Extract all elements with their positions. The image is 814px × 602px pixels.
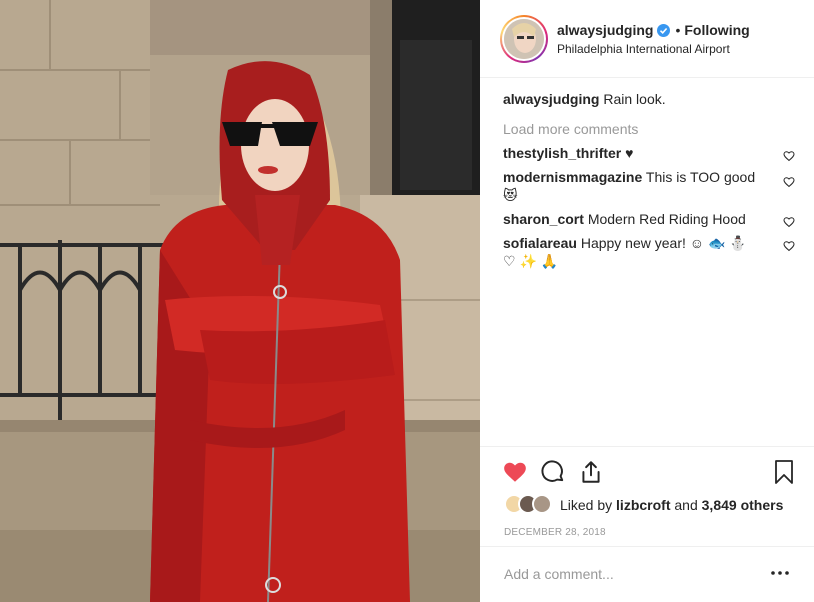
story-ring[interactable] — [500, 15, 548, 63]
header-divider — [480, 77, 814, 78]
comment-item: modernismmagazine This is TOO good 😻 — [503, 168, 795, 204]
comments-list: alwaysjudging Rain look. Load more comme… — [503, 90, 795, 270]
following-button[interactable]: Following — [684, 22, 749, 38]
liker-username[interactable]: lizbcroft — [616, 497, 670, 513]
comment-username[interactable]: thestylish_thrifter — [503, 145, 621, 161]
verified-icon — [657, 23, 671, 37]
load-more-comments-button[interactable]: Load more comments — [503, 120, 795, 138]
comment-icon[interactable] — [540, 459, 568, 487]
instagram-post: alwaysjudging • Following Philadelphia I… — [0, 0, 814, 602]
heart-outline-icon[interactable] — [783, 238, 795, 252]
avatar — [532, 494, 552, 514]
others-count-link[interactable]: 3,849 others — [702, 497, 784, 513]
more-icon[interactable] — [770, 563, 790, 583]
post-date[interactable]: DECEMBER 28, 2018 — [504, 527, 606, 538]
location-link[interactable]: Philadelphia International Airport — [557, 42, 750, 56]
caption-username[interactable]: alwaysjudging — [503, 91, 599, 107]
caption-text: Rain look. — [603, 91, 666, 107]
bookmark-icon[interactable] — [772, 459, 800, 487]
post-photo[interactable] — [0, 0, 480, 602]
comment-username[interactable]: sofialareau — [503, 235, 577, 251]
add-comment-input[interactable]: Add a comment... — [504, 566, 614, 582]
author-username[interactable]: alwaysjudging — [557, 22, 653, 38]
comment-text: Modern Red Riding Hood — [587, 211, 746, 227]
comment-username[interactable]: modernismmagazine — [503, 169, 642, 185]
caption: alwaysjudging Rain look. — [503, 90, 795, 108]
post-side-panel: alwaysjudging • Following Philadelphia I… — [480, 0, 814, 602]
share-icon[interactable] — [578, 459, 606, 487]
post-header: alwaysjudging • Following Philadelphia I… — [500, 14, 794, 64]
avatar[interactable] — [504, 19, 544, 59]
comment-username[interactable]: sharon_cort — [503, 211, 584, 227]
comment-item: sofialareau Happy new year! ☺ 🐟 ⛄ ♡ ✨ 🙏 — [503, 234, 795, 270]
liker-avatars[interactable] — [504, 494, 556, 516]
comment-item: thestylish_thrifter ♥ — [503, 144, 795, 162]
heart-outline-icon[interactable] — [783, 174, 795, 188]
comment-divider — [480, 546, 814, 547]
photo-illustration — [0, 0, 480, 602]
separator-dot: • — [675, 22, 681, 38]
comment-item: sharon_cort Modern Red Riding Hood — [503, 210, 795, 228]
heart-filled-icon[interactable] — [502, 459, 530, 487]
actions-divider — [480, 446, 814, 447]
heart-outline-icon[interactable] — [783, 214, 795, 228]
and-label: and — [674, 497, 698, 513]
likes-summary: Liked by lizbcroft and 3,849 others — [504, 494, 783, 516]
liked-by-label: Liked by — [560, 497, 613, 513]
action-bar — [502, 459, 794, 489]
comment-text: ♥ — [625, 145, 634, 161]
heart-outline-icon[interactable] — [783, 148, 795, 162]
